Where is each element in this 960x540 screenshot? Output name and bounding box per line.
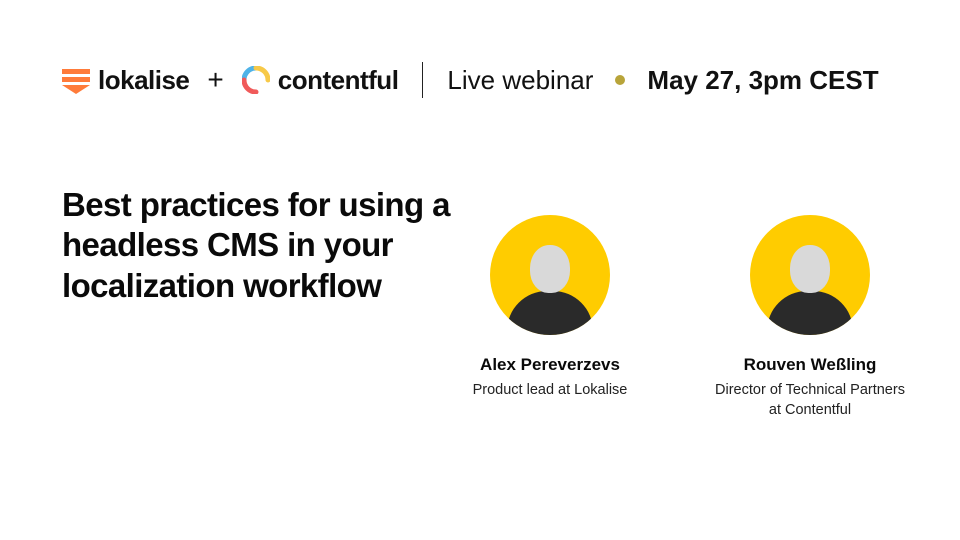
plus-separator: + xyxy=(207,64,223,96)
live-webinar-label: Live webinar xyxy=(447,65,593,96)
page-title: Best practices for using a headless CMS … xyxy=(62,185,492,306)
lokalise-wordmark: lokalise xyxy=(98,65,189,96)
lokalise-icon xyxy=(62,66,90,94)
avatar xyxy=(490,215,610,335)
speaker-card: Rouven Weßling Director of Technical Par… xyxy=(710,215,910,420)
speaker-role: Product lead at Lokalise xyxy=(473,381,628,401)
vertical-divider xyxy=(422,62,423,98)
header-bar: lokalise + contentful Live webinar May 2… xyxy=(62,62,898,98)
person-icon xyxy=(507,235,593,335)
contentful-wordmark: contentful xyxy=(278,65,399,96)
contentful-logo: contentful xyxy=(242,65,399,96)
speaker-name: Alex Pereverzevs xyxy=(480,355,620,375)
avatar xyxy=(750,215,870,335)
speaker-name: Rouven Weßling xyxy=(744,355,877,375)
lokalise-logo: lokalise xyxy=(62,65,189,96)
contentful-icon xyxy=(242,66,270,94)
speakers-row: Alex Pereverzevs Product lead at Lokalis… xyxy=(450,215,910,420)
bullet-dot-icon xyxy=(615,75,625,85)
speaker-role: Director of Technical Partners at Conten… xyxy=(710,381,910,420)
webinar-datetime: May 27, 3pm CEST xyxy=(647,65,878,96)
speaker-card: Alex Pereverzevs Product lead at Lokalis… xyxy=(450,215,650,420)
person-icon xyxy=(767,235,853,335)
